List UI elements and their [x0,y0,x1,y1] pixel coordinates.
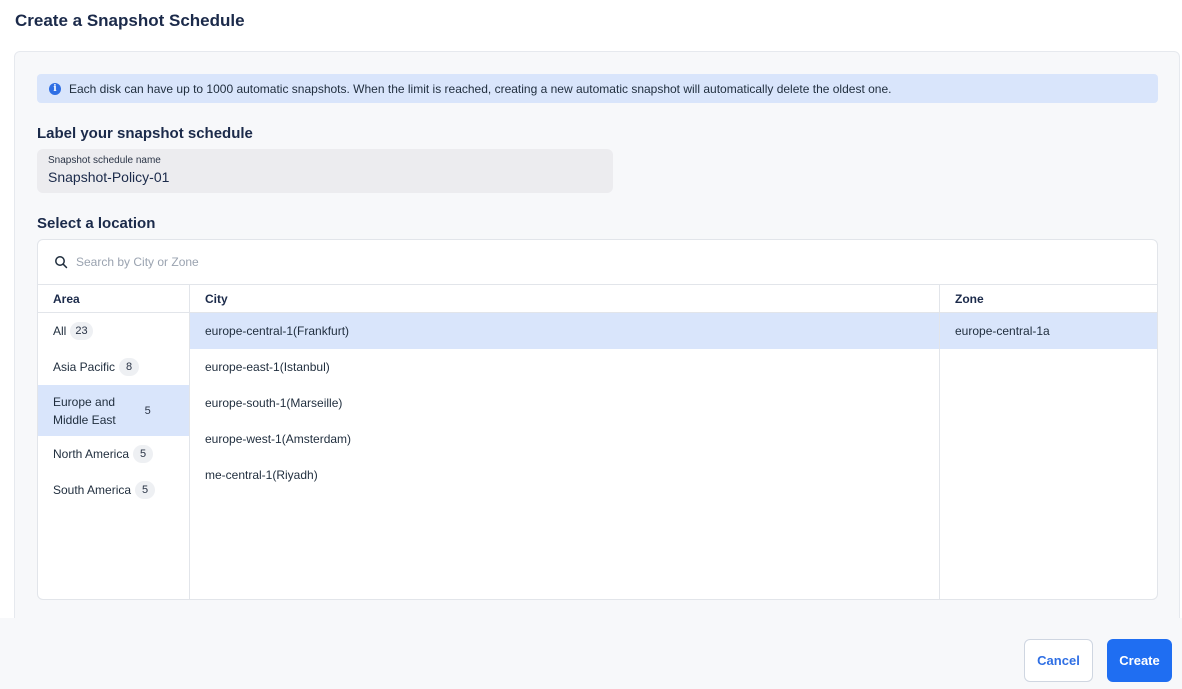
area-label: North America [53,447,130,461]
area-item-south-america[interactable]: South America 5 [38,472,189,508]
city-item-marseille[interactable]: europe-south-1(Marseille) [190,385,939,421]
location-section-heading: Select a location [37,215,156,232]
location-picker: Area All 23 Asia Pacific 8 Europe and Mi… [37,239,1158,600]
snapshot-name-field[interactable]: Snapshot schedule name [37,149,613,193]
notice-text: Each disk can have up to 1000 automatic … [69,81,892,96]
dialog-footer: Cancel Create [0,618,1182,689]
count-badge: 5 [133,445,154,463]
city-item-amsterdam[interactable]: europe-west-1(Amsterdam) [190,421,939,457]
area-label-line2: Middle East [53,412,116,427]
label-section-heading: Label your snapshot schedule [37,125,253,142]
city-item-frankfurt[interactable]: europe-central-1(Frankfurt) [190,313,939,349]
city-item-istanbul[interactable]: europe-east-1(Istanbul) [190,349,939,385]
area-column: Area All 23 Asia Pacific 8 Europe and Mi… [38,285,190,599]
area-label: All [53,324,67,338]
area-item-asia-pacific[interactable]: Asia Pacific 8 [38,349,189,385]
city-column-header: City [190,285,939,313]
area-item-north-america[interactable]: North America 5 [38,436,189,472]
count-badge: 5 [144,404,151,417]
cancel-button[interactable]: Cancel [1024,639,1093,682]
city-column: City europe-central-1(Frankfurt) europe-… [190,285,940,599]
form-card: i Each disk can have up to 1000 automati… [14,51,1180,631]
count-badge: 23 [70,322,93,340]
area-column-header: Area [38,285,189,313]
area-item-europe-middle-east[interactable]: Europe and Middle East 5 [38,385,189,436]
area-item-all[interactable]: All 23 [38,313,189,349]
snapshot-name-label: Snapshot schedule name [48,155,161,166]
area-label: South America [53,483,132,497]
area-label: Europe and Middle East [53,393,116,429]
snapshot-limit-notice: i Each disk can have up to 1000 automati… [37,74,1158,103]
search-icon [55,256,68,269]
zone-column: Zone europe-central-1a [940,285,1157,599]
create-button[interactable]: Create [1107,639,1172,682]
snapshot-name-input[interactable] [48,169,602,185]
location-search-bar [38,240,1157,285]
area-label: Asia Pacific [53,360,116,374]
zone-item-europe-central-1a[interactable]: europe-central-1a [940,313,1157,349]
count-badge: 5 [135,481,156,499]
count-badge: 8 [119,358,140,376]
location-search-input[interactable] [76,255,476,269]
info-icon: i [49,82,61,95]
city-item-riyadh[interactable]: me-central-1(Riyadh) [190,457,939,493]
area-label-line1: Europe and [53,394,116,409]
page-title: Create a Snapshot Schedule [15,11,245,30]
zone-column-header: Zone [940,285,1157,313]
